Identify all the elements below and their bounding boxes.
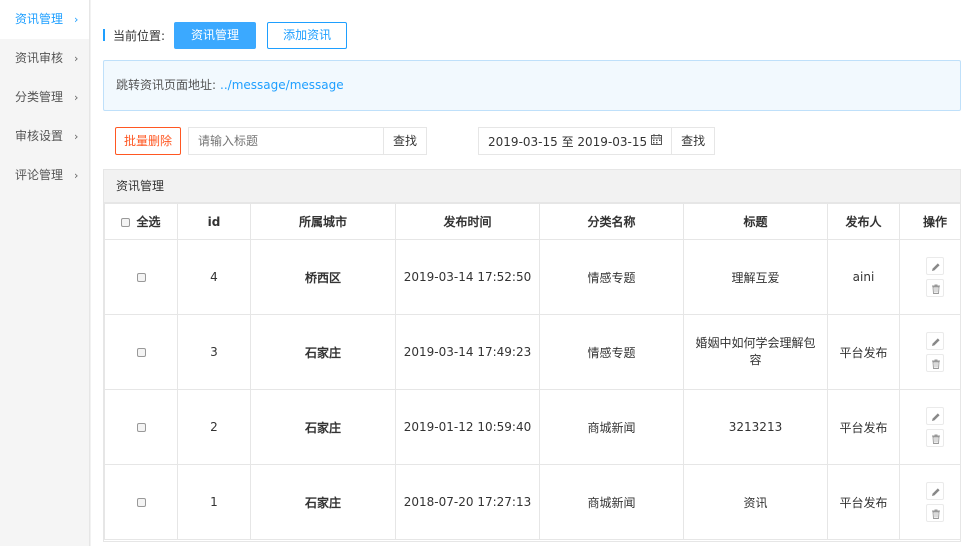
chevron-right-icon: › [74,13,79,26]
pencil-icon [932,488,940,496]
select-all-checkbox[interactable] [121,218,131,227]
sidebar-item-category-management[interactable]: 分类管理 › [0,78,89,117]
batch-delete-button[interactable]: 批量删除 [115,127,182,155]
delete-button[interactable] [926,354,944,372]
row-checkbox[interactable] [136,273,146,282]
date-range-picker[interactable]: 2019-03-15 至 2019-03-15 [478,127,673,155]
pencil-icon [932,413,940,421]
edit-button[interactable] [926,332,944,350]
cell-id: 2 [177,389,251,465]
chevron-right-icon: › [74,52,79,65]
toolbar: 批量删除 查找 2019-03-15 至 2019-03-15 查找 [115,127,716,155]
current-location-button[interactable]: 资讯管理 [174,21,257,49]
column-header-title: 标题 [683,203,828,240]
sidebar-item-label: 审核设置 [15,129,64,143]
sidebar-item-label: 评论管理 [15,168,64,182]
column-header-publisher: 发布人 [827,203,900,240]
select-all-header[interactable]: 全选 [104,203,178,240]
notice-link[interactable]: ../message/message [220,78,344,92]
cell-time: 2019-03-14 17:49:23 [395,314,540,390]
cell-category: 情感专题 [539,239,684,315]
cell-title: 婚姻中如何学会理解包容 [683,314,828,390]
pencil-icon [932,263,940,271]
cell-time: 2019-03-14 17:52:50 [395,239,540,315]
trash-icon [932,359,940,369]
breadcrumb-marker [103,29,105,41]
add-news-button[interactable]: 添加资讯 [267,21,348,49]
sidebar-item-label: 分类管理 [15,90,64,104]
redirect-notice: 跳转资讯页面地址: ../message/message [103,60,961,111]
news-table: 全选 id 所属城市 发布时间 分类名称 标题 发布人 操作 4 桥西区 201… [104,203,960,540]
table-header-row: 全选 id 所属城市 发布时间 分类名称 标题 发布人 操作 [104,203,960,240]
cell-category: 情感专题 [539,314,684,390]
cell-time: 2018-07-20 17:27:13 [395,464,540,540]
cell-time: 2019-01-12 10:59:40 [395,389,540,465]
sidebar-item-label: 资讯管理 [15,12,64,26]
sidebar-item-label: 资讯审核 [15,51,64,65]
cell-category: 商城新闻 [539,389,684,465]
delete-button[interactable] [926,504,944,522]
sidebar-item-news-management[interactable]: 资讯管理 › [0,0,89,39]
chevron-right-icon: › [74,91,79,104]
edit-button[interactable] [926,482,944,500]
main-content: 当前位置: 资讯管理 添加资讯 跳转资讯页面地址: ../message/mess… [91,0,961,546]
pencil-icon [932,338,940,346]
cell-id: 4 [177,239,251,315]
cell-publisher: 平台发布 [827,464,900,540]
column-header-actions: 操作 [899,203,960,240]
row-checkbox[interactable] [136,423,146,432]
column-header-time: 发布时间 [395,203,540,240]
cell-city: 桥西区 [250,239,396,315]
sidebar: 资讯管理 › 资讯审核 › 分类管理 › 审核设置 › 评论管理 › [0,0,90,546]
table-row: 3 石家庄 2019-03-14 17:49:23 情感专题 婚姻中如何学会理解… [104,314,960,390]
news-panel: 资讯管理 全选 id 所属城市 发布时间 分类名称 标题 发布人 操作 4 桥西… [103,169,961,542]
chevron-right-icon: › [74,130,79,143]
sidebar-item-review-settings[interactable]: 审核设置 › [0,117,89,156]
table-row: 2 石家庄 2019-01-12 10:59:40 商城新闻 3213213 平… [104,389,960,465]
column-header-id: id [177,203,251,240]
trash-icon [932,434,940,444]
cell-city: 石家庄 [250,464,396,540]
cell-actions [899,464,960,540]
chevron-right-icon: › [74,169,79,182]
cell-publisher: 平台发布 [827,314,900,390]
cell-id: 1 [177,464,251,540]
cell-actions [899,239,960,315]
cell-publisher: 平台发布 [827,389,900,465]
edit-button[interactable] [926,257,944,275]
title-search-input[interactable] [188,127,385,155]
trash-icon [932,284,940,294]
edit-button[interactable] [926,407,944,425]
title-search-button[interactable]: 查找 [384,127,428,155]
date-range-value: 2019-03-15 至 2019-03-15 [488,134,648,149]
notice-text: 跳转资讯页面地址: [116,78,217,92]
calendar-icon [651,134,663,148]
cell-publisher: aini [827,239,900,315]
column-header-category: 分类名称 [539,203,684,240]
breadcrumb: 当前位置: 资讯管理 添加资讯 [103,21,348,49]
column-header-city: 所属城市 [250,203,396,240]
date-search-button[interactable]: 查找 [672,127,716,155]
row-checkbox[interactable] [136,498,146,507]
cell-city: 石家庄 [250,389,396,465]
sidebar-item-news-review[interactable]: 资讯审核 › [0,39,89,78]
table-row: 4 桥西区 2019-03-14 17:52:50 情感专题 理解互爱 aini [104,239,960,315]
cell-category: 商城新闻 [539,464,684,540]
row-checkbox[interactable] [136,348,146,357]
panel-title: 资讯管理 [104,170,960,203]
cell-id: 3 [177,314,251,390]
cell-actions [899,314,960,390]
sidebar-item-comment-management[interactable]: 评论管理 › [0,156,89,195]
table-row: 1 石家庄 2018-07-20 17:27:13 商城新闻 资讯 平台发布 [104,464,960,540]
cell-title: 3213213 [683,389,828,465]
trash-icon [932,509,940,519]
delete-button[interactable] [926,429,944,447]
cell-city: 石家庄 [250,314,396,390]
delete-button[interactable] [926,279,944,297]
cell-title: 资讯 [683,464,828,540]
cell-title: 理解互爱 [683,239,828,315]
cell-actions [899,389,960,465]
breadcrumb-label: 当前位置: [113,28,166,43]
